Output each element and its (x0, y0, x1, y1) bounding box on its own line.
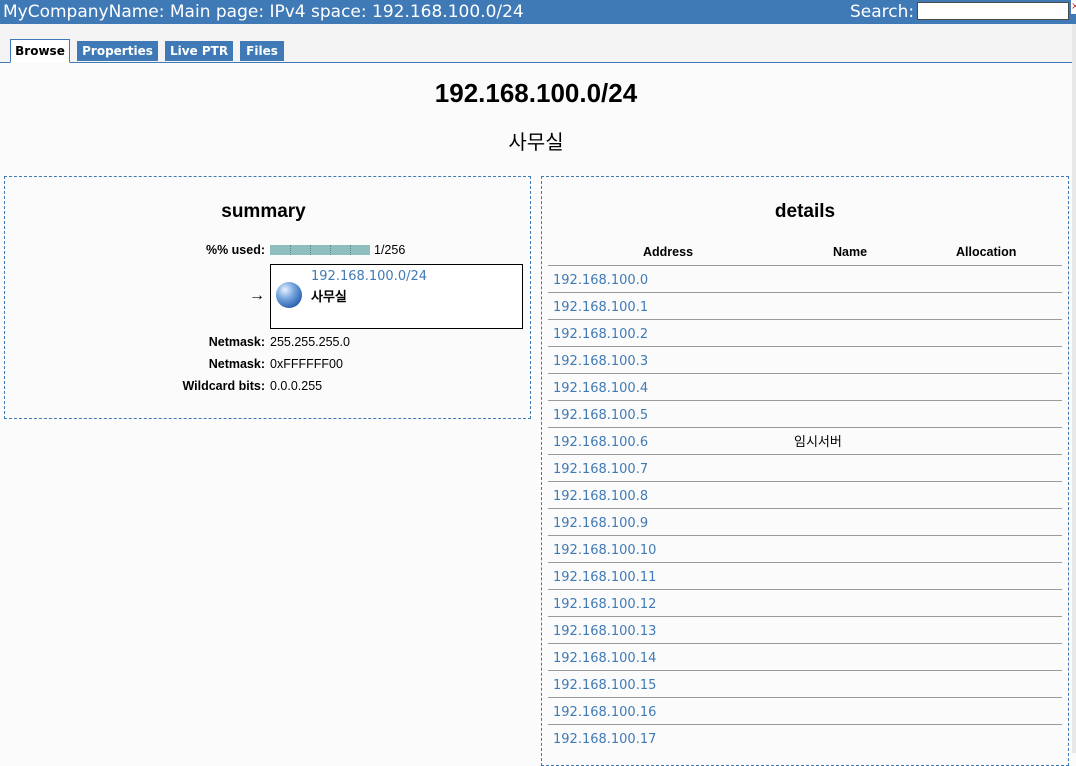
tab-live-ptr[interactable]: Live PTR (165, 41, 233, 61)
page-title: 192.168.100.0/24 (434, 78, 638, 108)
details-title: details (774, 201, 836, 222)
top-header-bar: MyCompanyName: Main page: IPv4 space: 19… (0, 0, 1076, 24)
table-row: 192.168.100.8 (548, 481, 1062, 509)
table-row: 192.168.100.5 (548, 400, 1062, 428)
network-name: 사무실 (311, 289, 347, 304)
host-name: 임시서버 (794, 435, 842, 450)
page-subtitle: 사무실 (508, 130, 564, 154)
table-row: 192.168.100.16 (548, 697, 1062, 725)
address-link[interactable]: 192.168.100.2 (553, 327, 648, 342)
table-row: 192.168.100.3 (548, 346, 1062, 374)
table-row: 192.168.100.2 (548, 319, 1062, 347)
address-link[interactable]: 192.168.100.0 (553, 273, 648, 288)
close-icon[interactable]: × (1071, 0, 1076, 14)
address-link[interactable]: 192.168.100.12 (553, 597, 656, 612)
tab-files[interactable]: Files (240, 41, 284, 61)
table-row: 192.168.100.14 (548, 643, 1062, 671)
table-row: 192.168.100.0 (548, 265, 1062, 293)
address-link[interactable]: 192.168.100.10 (553, 543, 656, 558)
usage-bar (270, 245, 370, 255)
globe-icon (276, 282, 302, 308)
network-card[interactable]: 192.168.100.0/24 사무실 (270, 264, 523, 329)
address-link[interactable]: 192.168.100.17 (553, 732, 656, 747)
table-row: 192.168.100.6 임시서버 (548, 427, 1062, 455)
usage-label: %% used: (205, 243, 265, 257)
column-header-address: Address (643, 245, 694, 259)
table-row: 192.168.100.11 (548, 562, 1062, 590)
tab-bar: Browse Properties Live PTR Files (0, 24, 1076, 63)
table-row: 192.168.100.12 (548, 589, 1062, 617)
network-prefix-link[interactable]: 192.168.100.0/24 (311, 269, 427, 284)
table-row: 192.168.100.17 (548, 724, 1062, 752)
column-header-allocation: Allocation (956, 245, 1017, 259)
address-link[interactable]: 192.168.100.7 (553, 462, 648, 477)
address-link[interactable]: 192.168.100.15 (553, 678, 656, 693)
address-link[interactable]: 192.168.100.6 (553, 435, 648, 450)
address-link[interactable]: 192.168.100.5 (553, 408, 648, 423)
summary-title: summary (221, 201, 306, 222)
window-title: MyCompanyName: Main page: IPv4 space: 19… (3, 2, 524, 22)
address-link[interactable]: 192.168.100.11 (553, 570, 656, 585)
table-row: 192.168.100.13 (548, 616, 1062, 644)
netmask-label: Netmask: (208, 335, 265, 349)
address-link[interactable]: 192.168.100.8 (553, 489, 648, 504)
address-link[interactable]: 192.168.100.9 (553, 516, 648, 531)
search-label: Search: (850, 2, 915, 22)
table-row: 192.168.100.1 (548, 292, 1062, 320)
tab-browse[interactable]: Browse (10, 39, 70, 63)
wildcard-value: 0.0.0.255 (270, 379, 323, 393)
arrow-icon: → (249, 287, 265, 304)
table-row: 192.168.100.15 (548, 670, 1062, 698)
address-link[interactable]: 192.168.100.13 (553, 624, 656, 639)
address-link[interactable]: 192.168.100.1 (553, 300, 648, 315)
table-row: 192.168.100.9 (548, 508, 1062, 536)
column-header-name: Name (833, 245, 868, 259)
scrollbar[interactable] (1072, 24, 1076, 753)
netmask-value: 255.255.255.0 (270, 335, 350, 349)
table-row: 192.168.100.7 (548, 454, 1062, 482)
summary-panel: summary %% used: 1/256 → 192.168.100.0/2… (4, 176, 531, 419)
address-link[interactable]: 192.168.100.4 (553, 381, 648, 396)
netmask-hex-value: 0xFFFFFF00 (270, 357, 343, 371)
tab-properties[interactable]: Properties (77, 41, 158, 61)
address-link[interactable]: 192.168.100.3 (553, 354, 648, 369)
table-row: 192.168.100.10 (548, 535, 1062, 563)
address-link[interactable]: 192.168.100.14 (553, 651, 656, 666)
search-input[interactable] (917, 2, 1069, 20)
netmask-hex-label: Netmask: (208, 357, 265, 371)
usage-value: 1/256 (374, 243, 406, 257)
details-panel: details Address Name Allocation 192.168.… (541, 176, 1069, 766)
table-row: 192.168.100.4 (548, 373, 1062, 401)
wildcard-label: Wildcard bits: (182, 379, 265, 393)
address-link[interactable]: 192.168.100.16 (553, 705, 656, 720)
